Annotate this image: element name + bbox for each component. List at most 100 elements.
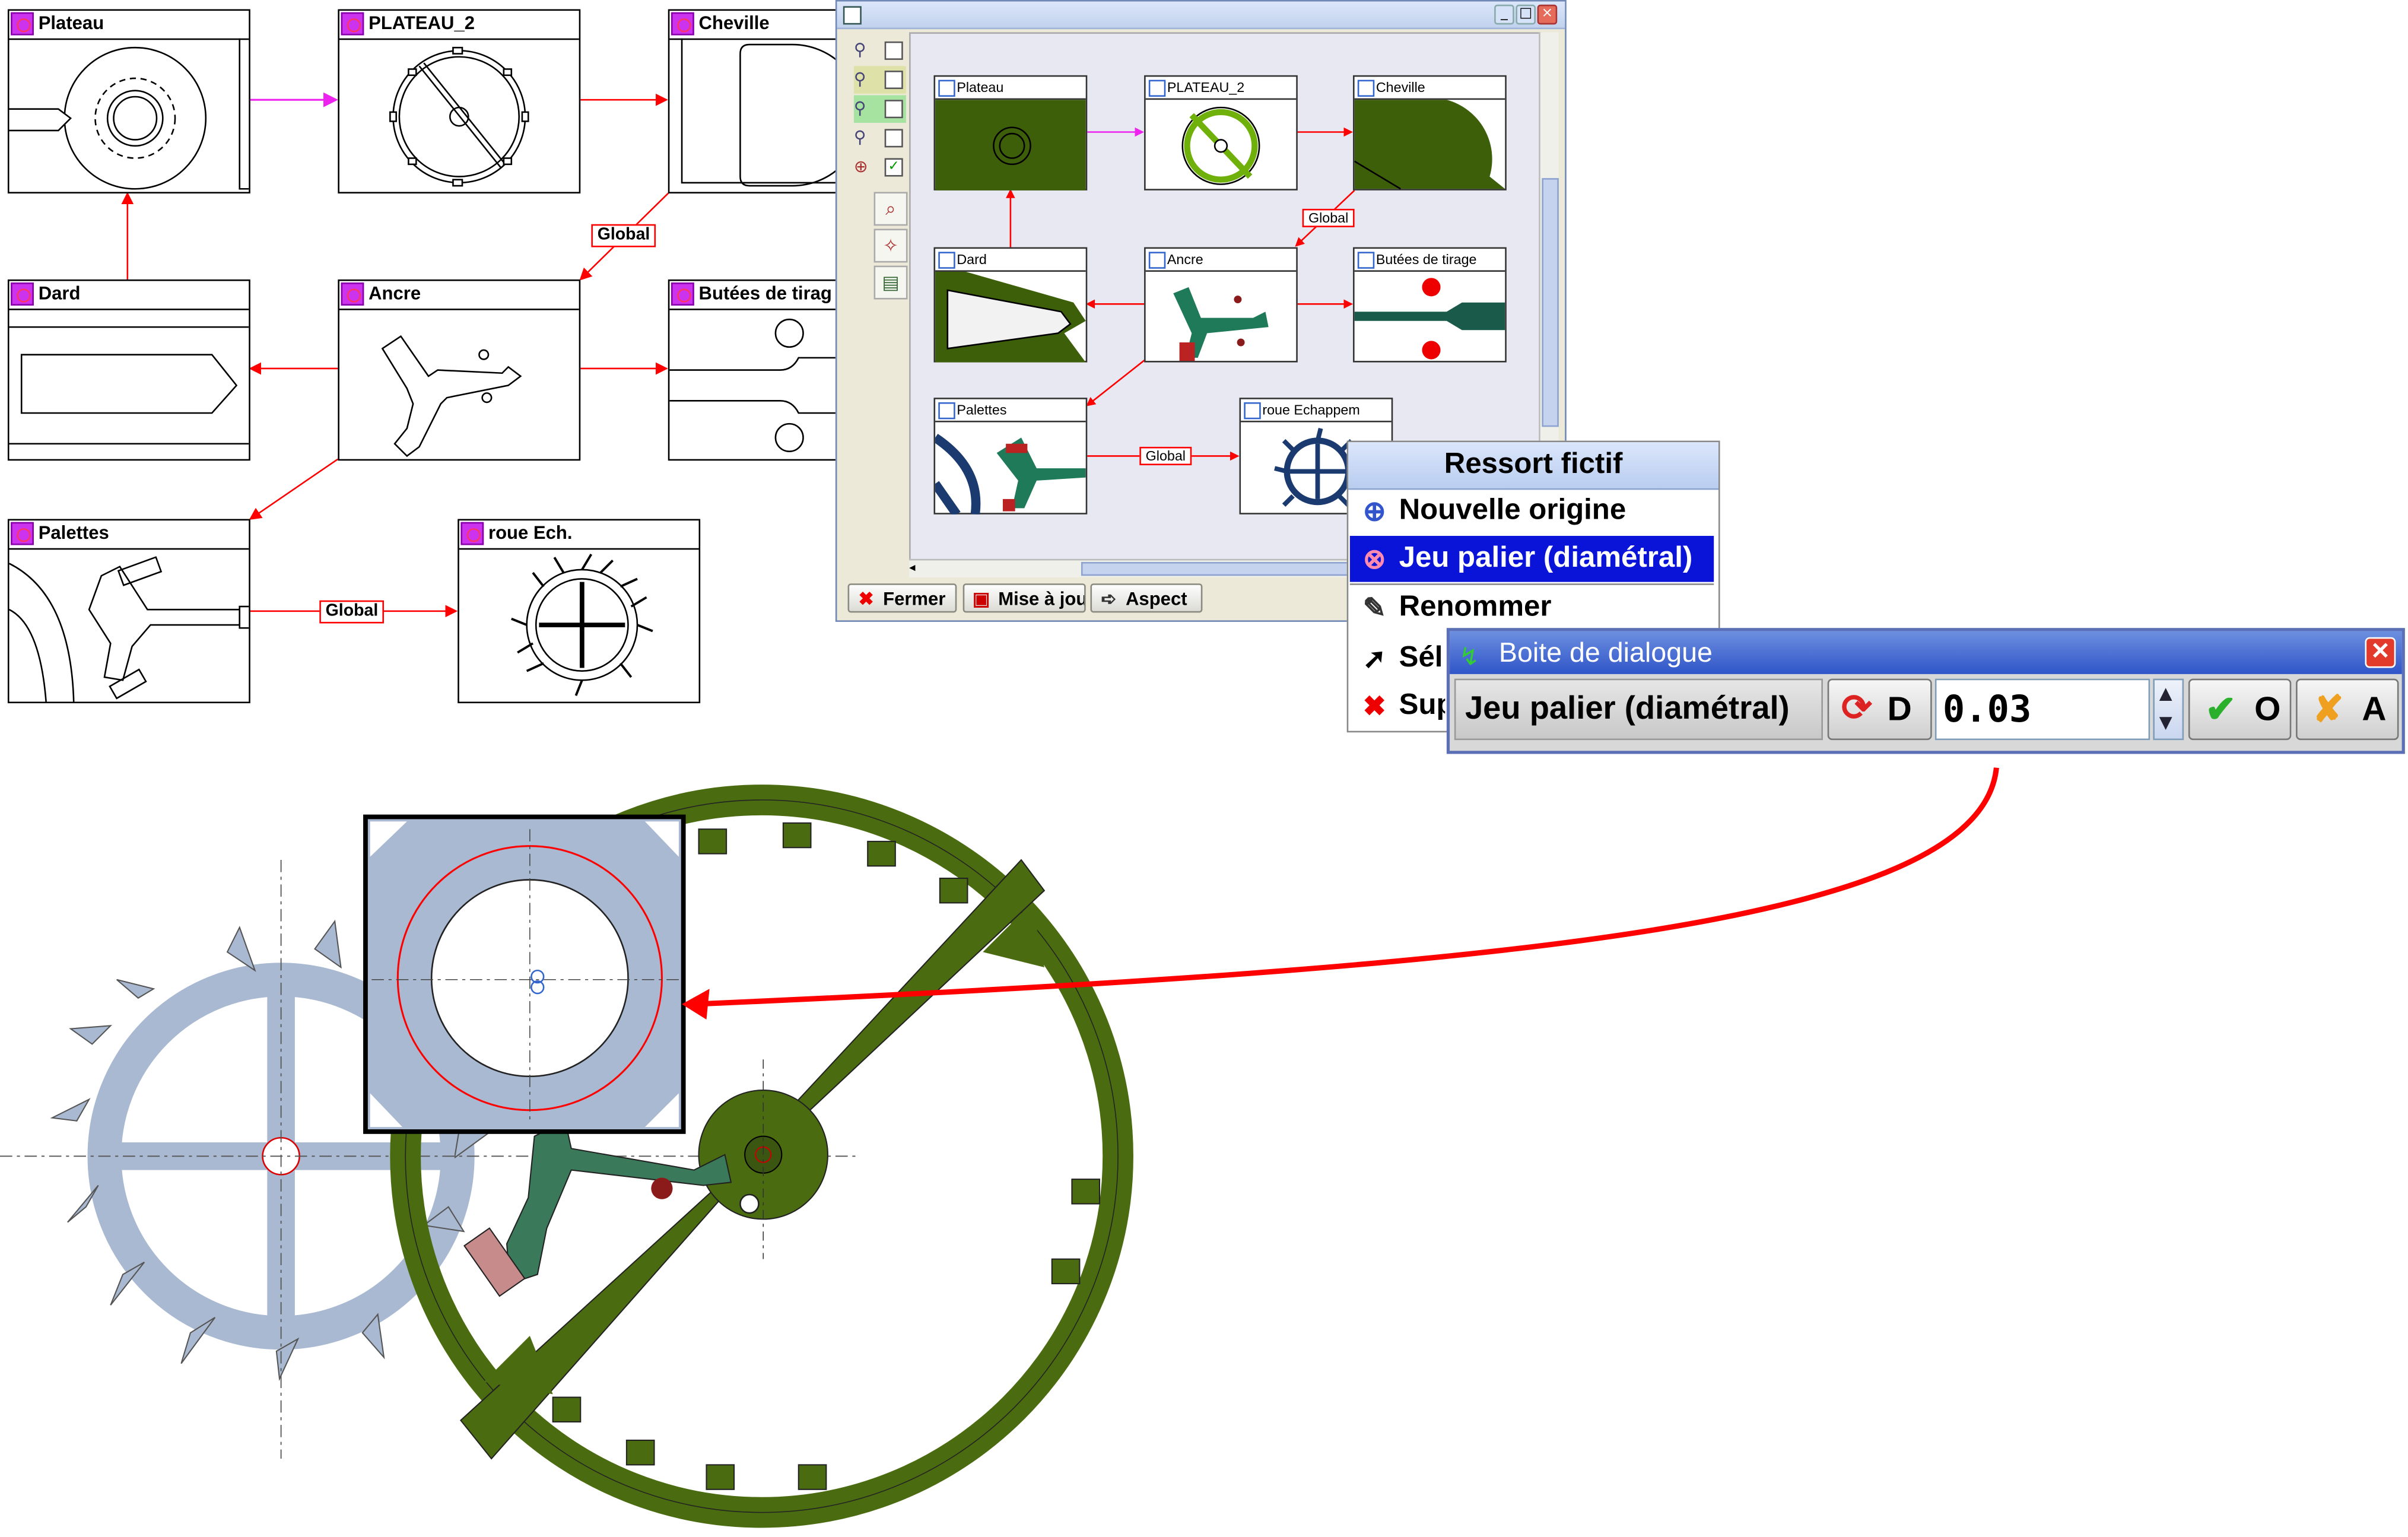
- side-checkbox[interactable]: [884, 129, 903, 148]
- link-icon: ⚲: [853, 40, 866, 60]
- component-icon: [671, 282, 694, 306]
- scroll-left-icon[interactable]: ◂: [909, 561, 925, 574]
- graph-node-cheville[interactable]: Cheville: [668, 9, 860, 194]
- clearance-value-input[interactable]: 0.03: [1934, 678, 2150, 741]
- scrollbar-thumb[interactable]: [1542, 178, 1559, 427]
- node-label: PLATEAU_2: [368, 12, 475, 34]
- component-icon: [1244, 402, 1261, 420]
- graph-node-plateau[interactable]: Plateau: [7, 9, 250, 194]
- dialog-close-icon[interactable]: ✕: [2365, 637, 2396, 668]
- side-checkbox[interactable]: [884, 71, 903, 90]
- arrow-right-icon: ➪: [1101, 588, 1117, 610]
- butees-drawing: [669, 318, 859, 452]
- close-icon[interactable]: ×: [1537, 4, 1558, 25]
- scrollbar-thumb[interactable]: [1081, 561, 1361, 576]
- graph-node-ancre[interactable]: Ancre: [338, 279, 581, 461]
- dard-drawing: [9, 326, 249, 445]
- reset-icon: ⟳: [1841, 688, 1873, 730]
- menu-item-label: Jeu palier (diamétral): [1399, 542, 1693, 574]
- node-label: Cheville: [698, 12, 770, 34]
- maximize-icon[interactable]: □: [1516, 4, 1536, 25]
- link-icon: ⚲: [853, 98, 866, 119]
- mini-node-label: Dard: [957, 252, 987, 268]
- side-row[interactable]: ⚲: [853, 95, 906, 123]
- link-icon: ⚲: [853, 127, 866, 148]
- side-row[interactable]: ⚲: [854, 37, 906, 65]
- horizontal-scrollbar[interactable]: ◂: [909, 558, 1416, 577]
- graph-node-plateau2[interactable]: PLATEAU_2: [338, 9, 581, 194]
- spinner-up-icon[interactable]: ▲: [2159, 683, 2172, 704]
- menu-item-jeu-palier[interactable]: ⊗ Jeu palier (diamétral): [1349, 536, 1714, 582]
- minimize-icon[interactable]: _: [1494, 4, 1514, 25]
- dialog-titlebar[interactable]: ↯ Boite de dialogue ✕: [1450, 631, 2402, 674]
- link-icon: ⚲: [853, 69, 866, 90]
- mini-node-plateau[interactable]: Plateau: [933, 75, 1088, 190]
- update-button[interactable]: ▣ Mise à jou: [962, 583, 1086, 613]
- graph-node-butees[interactable]: Butées de tirag: [668, 279, 860, 461]
- menu-item-label: Sél: [1399, 642, 1443, 674]
- mini-node-palettes[interactable]: Palettes: [931, 398, 1088, 517]
- node-label: Plateau: [38, 12, 104, 34]
- layout-icon[interactable]: ▤: [873, 265, 908, 300]
- graph-node-palettes[interactable]: Palettes: [7, 519, 250, 704]
- mini-node-plateau2[interactable]: PLATEAU_2: [1144, 75, 1298, 190]
- mini-node-label: roue Echappem: [1262, 402, 1360, 418]
- palettes-drawing: [9, 556, 249, 702]
- component-icon: [938, 80, 955, 97]
- cad-viewport[interactable]: [0, 737, 2408, 1537]
- ancre-drawing: [381, 335, 522, 458]
- mini-node-label: Ancre: [1167, 252, 1203, 268]
- ok-button[interactable]: ✔ O: [2188, 678, 2292, 741]
- menu-item-renommer[interactable]: ✎ Renommer: [1350, 585, 1714, 631]
- side-row[interactable]: ⚲: [854, 125, 906, 153]
- component-icon: [938, 402, 955, 420]
- spinner-down-icon[interactable]: ▼: [2159, 713, 2172, 734]
- value-spinner[interactable]: ▲ ▼: [2153, 678, 2184, 741]
- side-checkbox[interactable]: [884, 41, 903, 60]
- side-checkbox[interactable]: [884, 100, 903, 119]
- button-label: Mise à jou: [998, 588, 1086, 610]
- component-icon: [341, 282, 364, 306]
- button-label: D: [1887, 689, 1912, 728]
- pin-icon[interactable]: ✧: [873, 228, 908, 263]
- dialog-app-icon: ↯: [1459, 644, 1480, 671]
- graph-node-dard[interactable]: Dard: [7, 279, 250, 461]
- mini-node-dard[interactable]: Dard: [933, 247, 1088, 363]
- target-icon: ⊕: [1362, 496, 1386, 527]
- mini-plateau2-drawing: [1181, 106, 1260, 185]
- dialog-title: Boite de dialogue: [1498, 637, 1713, 668]
- zoom-icon[interactable]: ⌕: [873, 192, 908, 226]
- aspect-button[interactable]: ➪ Aspect: [1090, 583, 1203, 613]
- mini-node-label: Butées de tirage: [1375, 252, 1477, 268]
- default-button[interactable]: ⟳ D: [1827, 678, 1932, 741]
- window-titlebar[interactable]: _ □ ×: [837, 1, 1565, 30]
- mini-node-cheville[interactable]: Cheville: [1353, 75, 1507, 190]
- side-checkbox-checked[interactable]: ✓: [884, 158, 903, 177]
- menu-item-nouvelle-origine[interactable]: ⊕ Nouvelle origine: [1350, 488, 1714, 535]
- joint-icon: ⊕: [853, 156, 868, 177]
- component-icon: [1357, 252, 1375, 269]
- component-icon: [11, 282, 34, 306]
- mini-node-butees[interactable]: Butées de tirage: [1353, 247, 1507, 363]
- graph-node-roue[interactable]: roue Ech.: [458, 519, 701, 704]
- cancel-button[interactable]: ✘ A: [2296, 678, 2399, 741]
- bearing-icon: ⊗: [1362, 543, 1386, 574]
- close-icon: ✖: [858, 588, 874, 610]
- close-window-button[interactable]: ✖ Fermer: [847, 583, 957, 613]
- side-row[interactable]: ⊕ ✓: [854, 154, 906, 182]
- mini-node-label: Cheville: [1375, 80, 1425, 96]
- menu-item-selectionner[interactable]: ➚ Sél: [1350, 636, 1445, 682]
- component-icon: [938, 252, 955, 269]
- plateau2-drawing: [389, 46, 529, 187]
- global-label: Global: [319, 600, 385, 624]
- node-label: Ancre: [368, 282, 421, 304]
- menu-item-supprimer[interactable]: ✖ Sup: [1350, 683, 1446, 729]
- cheville-drawing: [681, 38, 859, 187]
- menu-item-label: Renommer: [1399, 591, 1552, 624]
- component-icon: [460, 522, 484, 545]
- global-label: Global: [591, 224, 656, 247]
- mini-node-label: Plateau: [957, 80, 1004, 96]
- mini-node-ancre[interactable]: Ancre: [1144, 247, 1298, 363]
- side-row[interactable]: ⚲: [853, 66, 906, 94]
- component-icon: [1357, 80, 1375, 97]
